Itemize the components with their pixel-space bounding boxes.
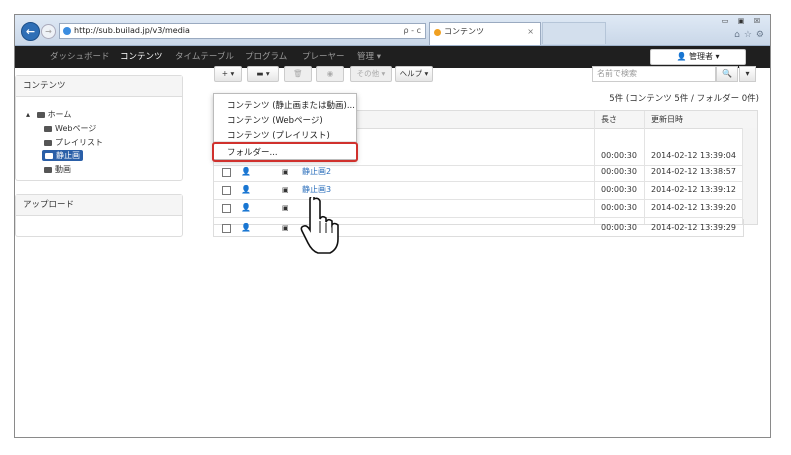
user-icon: 👤 <box>241 185 251 194</box>
image-icon: ▣ <box>282 204 289 212</box>
hand-cursor-icon <box>300 197 339 254</box>
user-menu-button[interactable]: 👤 管理者 ▾ <box>650 49 746 65</box>
content-tree-panel: コンテンツ ▴ ホーム Webページ プレイリスト 静止画 動画 <box>15 75 183 181</box>
nav-timetable[interactable]: タイムテーブル <box>175 46 234 68</box>
table-scrollbar[interactable] <box>742 128 757 224</box>
ie-icon <box>63 27 71 35</box>
table-row[interactable]: 👤 ▣ 00:00:30 2014-02-12 13:39:20 <box>214 199 744 218</box>
upload-panel: アップロード <box>15 194 183 237</box>
row-checkbox[interactable] <box>222 168 231 177</box>
tree-item-playlist[interactable]: プレイリスト <box>44 137 103 148</box>
nav-player[interactable]: プレーヤー <box>302 46 345 68</box>
view-button[interactable]: ◉ <box>316 66 344 82</box>
row-updated: 2014-02-12 13:39:12 <box>651 185 736 194</box>
back-button[interactable]: ← <box>21 22 40 41</box>
menu-item-playlist[interactable]: コンテンツ (プレイリスト) <box>227 129 330 141</box>
tree-item-home[interactable]: ▴ ホーム <box>26 109 71 120</box>
tree-label: 静止画 <box>56 151 80 160</box>
folder-icon <box>45 152 53 159</box>
table-row[interactable]: 👤 ▣ 静止画2 00:00:30 2014-02-12 13:38:57 <box>214 163 744 182</box>
tree-label: Webページ <box>55 124 97 133</box>
row-updated: 2014-02-12 13:38:57 <box>651 167 736 176</box>
search-dropdown-button[interactable]: ▾ <box>739 66 756 82</box>
tree-label: プレイリスト <box>55 138 103 147</box>
new-tab-button[interactable] <box>542 22 606 44</box>
tab-title: コンテンツ <box>444 27 484 36</box>
folder-icon <box>44 166 52 173</box>
row-checkbox[interactable] <box>222 204 231 213</box>
row-updated: 2014-02-12 13:39:29 <box>651 223 736 232</box>
row-name[interactable]: 静止画2 <box>302 163 331 181</box>
star-icon[interactable]: ☆ <box>744 30 752 40</box>
browser-titlebar: ▭ ▣ ☒ ← → http://sub.builad.jp/v3/media … <box>15 15 770 46</box>
maximize-button[interactable]: ▣ <box>734 17 748 26</box>
search-button[interactable]: 🔍 <box>716 66 738 82</box>
nav-admin[interactable]: 管理 ▾ <box>357 46 381 68</box>
nav-contents[interactable]: コンテンツ <box>120 46 163 68</box>
tree-item-still-image[interactable]: 静止画 <box>42 150 83 161</box>
folder-icon <box>44 125 52 132</box>
image-icon: ▣ <box>282 224 289 232</box>
user-icon: 👤 <box>241 223 251 232</box>
add-button[interactable]: + ▾ <box>214 66 242 82</box>
row-checkbox[interactable] <box>222 224 231 233</box>
close-window-button[interactable]: ☒ <box>750 17 764 26</box>
folder-highlight-box <box>212 142 358 162</box>
image-icon: ▣ <box>282 186 289 194</box>
content-panel-title: コンテンツ <box>16 76 182 97</box>
tree-item-video[interactable]: 動画 <box>44 164 71 175</box>
user-icon: 👤 <box>241 203 251 212</box>
row-length: 00:00:30 <box>601 203 637 212</box>
nav-dashboard[interactable]: ダッシュボード <box>50 46 110 68</box>
folder-button[interactable]: ▬ ▾ <box>247 66 279 82</box>
address-bar[interactable]: http://sub.builad.jp/v3/media ρ - c <box>59 23 426 39</box>
tab-close-icon[interactable]: × <box>527 23 534 41</box>
tree-label: 動画 <box>55 165 71 174</box>
back-arrow-icon: ← <box>25 25 36 38</box>
minimize-button[interactable]: ▭ <box>718 17 732 26</box>
folder-icon <box>36 111 45 118</box>
help-button[interactable]: ヘルプ ▾ <box>395 66 433 82</box>
table-row[interactable]: 👤 ▣ 静止画3 00:00:30 2014-02-12 13:39:12 <box>214 181 744 200</box>
nav-program[interactable]: プログラム <box>245 46 287 68</box>
menu-item-webpage[interactable]: コンテンツ (Webページ) <box>227 114 323 126</box>
row-length: 00:00:30 <box>601 167 637 176</box>
window-controls: ▭ ▣ ☒ <box>718 17 764 26</box>
other-button[interactable]: その他 ▾ <box>350 66 392 82</box>
url-text: http://sub.builad.jp/v3/media <box>74 26 190 35</box>
forward-arrow-icon: → <box>45 27 52 36</box>
row-updated: 2014-02-12 13:39:20 <box>651 203 736 212</box>
browser-tab-active[interactable]: コンテンツ × <box>429 22 541 45</box>
tree-item-webpage[interactable]: Webページ <box>44 123 96 134</box>
tab-favicon-icon <box>434 29 441 36</box>
delete-button[interactable]: 🗑 <box>284 66 312 82</box>
table-row[interactable]: 👤 ▣ 00:00:30 2014-02-12 13:39:29 <box>213 219 744 237</box>
row-checkbox[interactable] <box>222 186 231 195</box>
browser-tools: ⌂ ☆ ⚙ <box>734 30 764 40</box>
tree-label: ホーム <box>47 110 72 119</box>
image-icon: ▣ <box>282 168 289 176</box>
search-icon: 🔍 <box>722 69 732 78</box>
row-length: 00:00:30 <box>601 185 637 194</box>
folder-icon <box>44 139 52 146</box>
gear-icon[interactable]: ⚙ <box>756 30 764 40</box>
header-updated[interactable]: 更新日時 <box>651 111 683 128</box>
address-search-refresh-icon[interactable]: ρ - c <box>404 24 421 38</box>
app-navbar: ダッシュボード コンテンツ タイムテーブル プログラム プレーヤー 管理 ▾ 👤… <box>15 46 770 68</box>
user-icon: 👤 <box>241 167 251 176</box>
header-length[interactable]: 長さ <box>601 111 617 128</box>
upload-panel-title: アップロード <box>16 195 182 216</box>
folder-tree: ▴ ホーム Webページ プレイリスト 静止画 動画 <box>16 97 182 183</box>
row-length: 00:00:30 <box>601 223 637 232</box>
home-icon[interactable]: ⌂ <box>734 30 740 40</box>
forward-button[interactable]: → <box>41 24 56 39</box>
menu-item-media[interactable]: コンテンツ (静止画または動画)... <box>227 99 355 111</box>
collapse-icon[interactable]: ▴ <box>26 110 30 119</box>
search-input[interactable]: 名前で検索 <box>592 66 716 82</box>
item-count: 5件 (コンテンツ 5件 / フォルダー 0件) <box>609 94 759 104</box>
